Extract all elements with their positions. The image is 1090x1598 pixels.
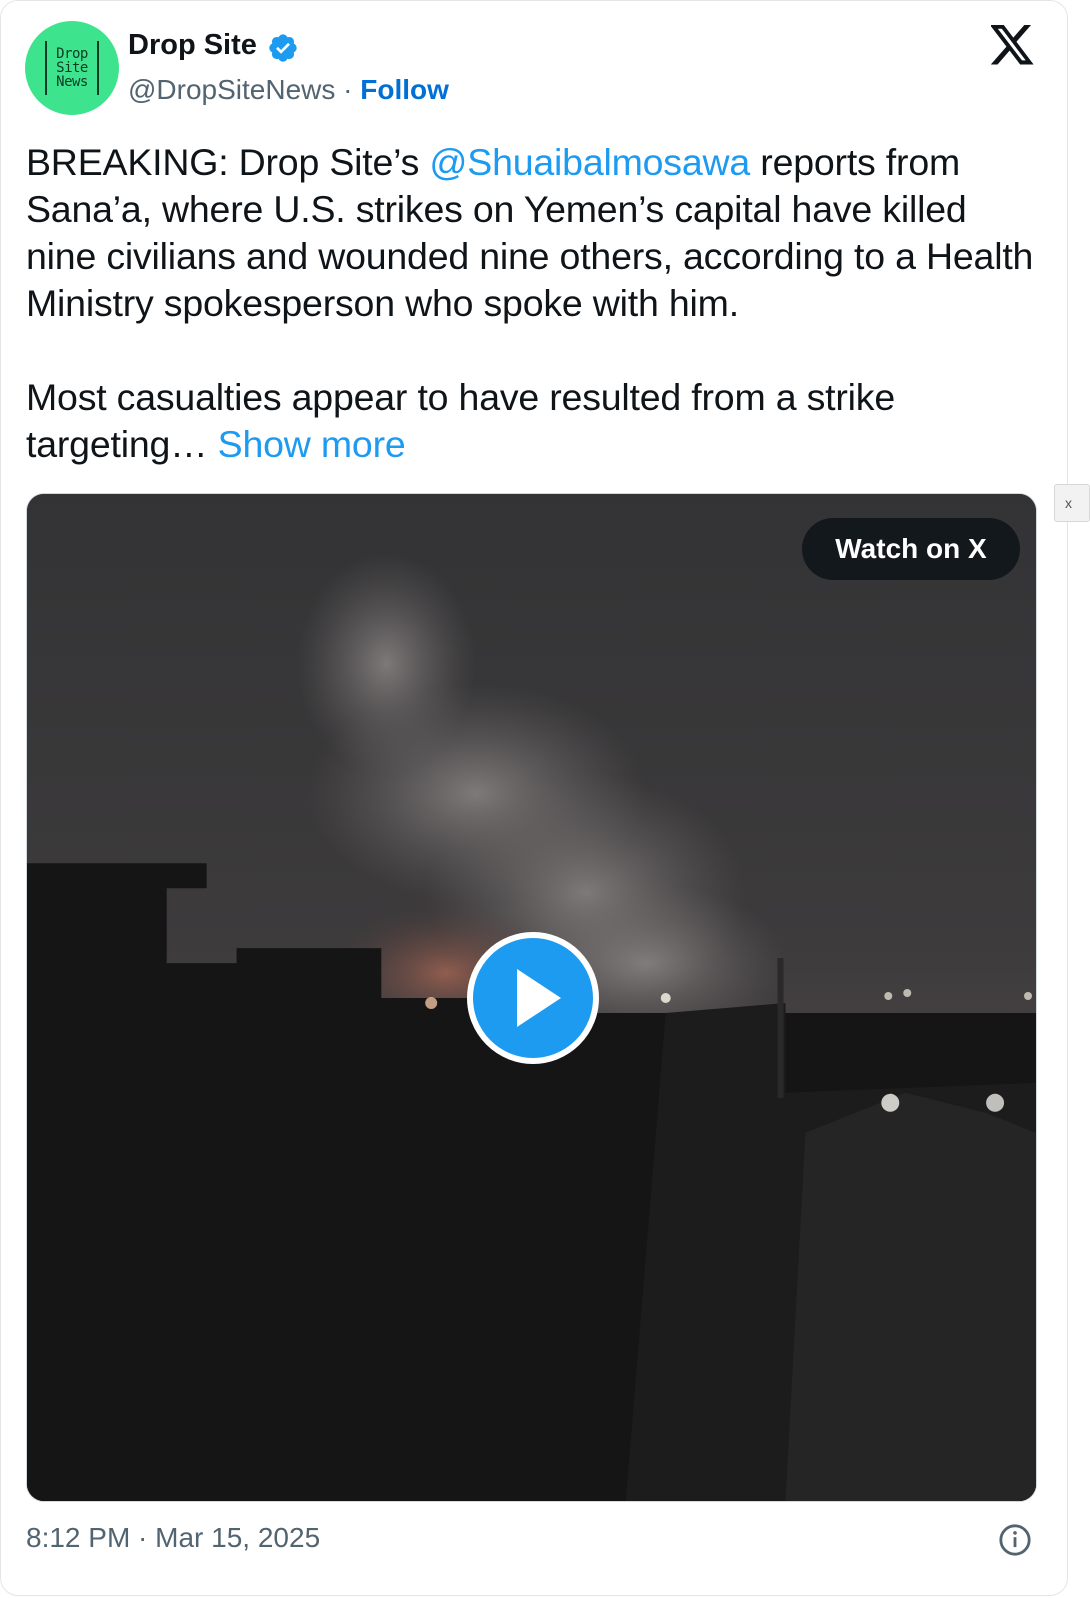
play-icon <box>517 969 561 1027</box>
avatar[interactable]: Drop Site News <box>25 21 119 115</box>
tweet-text-truncated: Most casualties appear to have resulted … <box>26 376 895 465</box>
tweet-timestamp[interactable]: 8:12 PM · Mar 15, 2025 <box>26 1522 320 1554</box>
avatar-logo: Drop Site News <box>45 41 99 95</box>
show-more-link[interactable]: Show more <box>218 423 406 465</box>
avatar-line-3: News <box>56 74 88 90</box>
tweet-paragraph-2: Most casualties appear to have resulted … <box>26 374 1036 468</box>
author-name[interactable]: Drop Site <box>128 29 257 62</box>
verified-badge-icon <box>269 34 297 62</box>
tweet-paragraph-1: BREAKING: Drop Site’s @Shuaibalmosawa re… <box>26 139 1036 327</box>
play-button[interactable] <box>467 932 599 1064</box>
mention-link[interactable]: @Shuaibalmosawa <box>429 141 750 183</box>
follow-button[interactable]: Follow <box>360 74 449 105</box>
tweet-text-prefix: BREAKING: Drop Site’s <box>26 141 430 183</box>
avatar-line-1: Drop <box>56 46 88 62</box>
video-player[interactable]: Watch on X <box>26 493 1037 1502</box>
avatar-line-2: Site <box>56 60 88 76</box>
side-panel-tab[interactable]: x <box>1054 484 1090 522</box>
tweet-embed-card: Drop Site News Drop Site @DropSiteNews ·… <box>0 0 1068 1596</box>
author-handle[interactable]: @DropSiteNews <box>128 74 335 105</box>
handle-separator: · <box>335 74 361 105</box>
x-logo-icon[interactable] <box>991 25 1035 65</box>
info-icon[interactable] <box>998 1523 1032 1557</box>
watch-on-x-button[interactable]: Watch on X <box>802 518 1020 580</box>
tweet-text: BREAKING: Drop Site’s @Shuaibalmosawa re… <box>26 139 1036 468</box>
handle-line: @DropSiteNews · Follow <box>128 74 449 106</box>
